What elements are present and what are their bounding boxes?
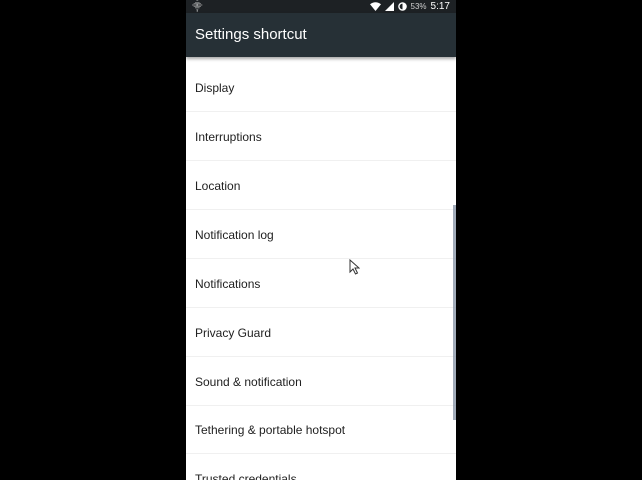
list-item-sound-notification[interactable]: Sound & notification (186, 358, 456, 406)
app-bar: Settings shortcut (186, 13, 456, 57)
notification-icon: ⸎ (192, 1, 203, 12)
status-icons: 53% 5:17 (369, 0, 450, 13)
list-item-label: Location (195, 179, 241, 193)
phone-screen: ⸎ 53% 5:17 Settings shortcut Display Int… (186, 0, 456, 480)
battery-icon (397, 2, 407, 11)
scrollbar[interactable] (453, 205, 456, 420)
settings-list[interactable]: Display Interruptions Location Notificat… (186, 57, 456, 480)
list-item-notifications[interactable]: Notifications (186, 260, 456, 308)
list-item-notification-log[interactable]: Notification log (186, 211, 456, 259)
list-item-label: Sound & notification (195, 375, 302, 389)
list-item-label: Privacy Guard (195, 326, 272, 340)
list-item-trusted-credentials[interactable]: Trusted credentials (186, 455, 456, 480)
list-item-label: Trusted credentials (195, 472, 297, 480)
status-bar: ⸎ 53% 5:17 (186, 0, 456, 13)
list-item-interruptions[interactable]: Interruptions (186, 113, 456, 161)
mouse-cursor-icon (349, 259, 360, 275)
list-item-label: Display (195, 81, 235, 95)
list-item-label: Tethering & portable hotspot (195, 423, 346, 437)
signal-icon (384, 2, 394, 11)
list-item-label: Notification log (195, 228, 274, 242)
list-item-privacy-guard[interactable]: Privacy Guard (186, 309, 456, 357)
list-item-label: Interruptions (195, 130, 262, 144)
status-time: 5:17 (430, 1, 450, 12)
list-item-tethering-hotspot[interactable]: Tethering & portable hotspot (186, 406, 456, 454)
list-item-display[interactable]: Display (186, 64, 456, 112)
list-item-location[interactable]: Location (186, 162, 456, 210)
list-item-label: Notifications (195, 277, 261, 291)
wifi-icon (369, 2, 381, 11)
page-title: Settings shortcut (195, 26, 307, 43)
battery-percent: 53% (410, 2, 427, 11)
